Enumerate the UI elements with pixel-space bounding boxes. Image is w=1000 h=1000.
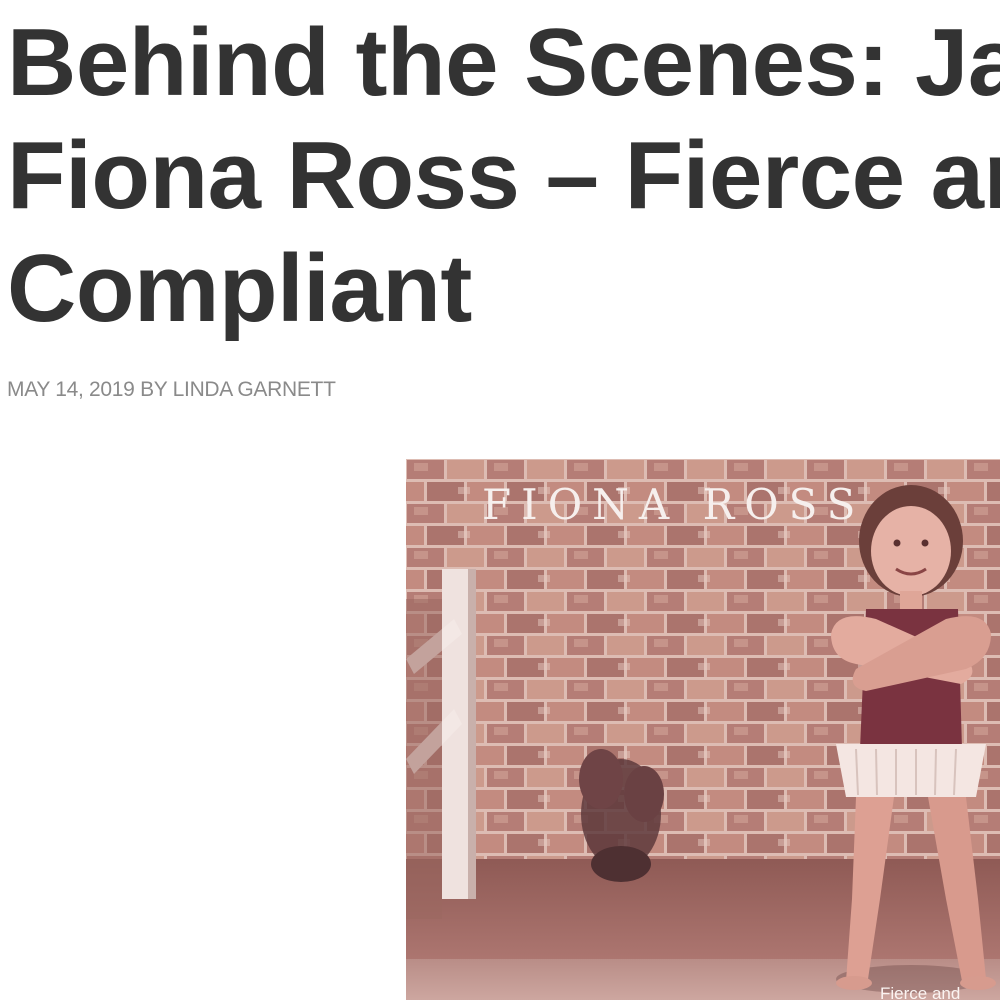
album-cover-art: FIONA ROSS Fierce and <box>406 459 1000 1000</box>
article-page: Behind the Scenes: Ja Fiona Ross – Fierc… <box>0 0 1000 1000</box>
cover-artist-name: FIONA ROSS <box>482 480 865 529</box>
article-title: Behind the Scenes: Ja Fiona Ross – Fierc… <box>7 6 1000 345</box>
title-line: Behind the Scenes: Ja <box>7 9 1000 116</box>
title-line: Compliant <box>7 235 472 342</box>
article-byline: MAY 14, 2019 BY LINDA GARNETT <box>7 378 336 401</box>
title-line: Fiona Ross – Fierce ar <box>7 122 1000 229</box>
album-cover-image: FIONA ROSS Fierce and <box>406 459 1000 1000</box>
cover-caption: Fierce and <box>880 984 960 1000</box>
white-gate-post <box>406 569 476 919</box>
